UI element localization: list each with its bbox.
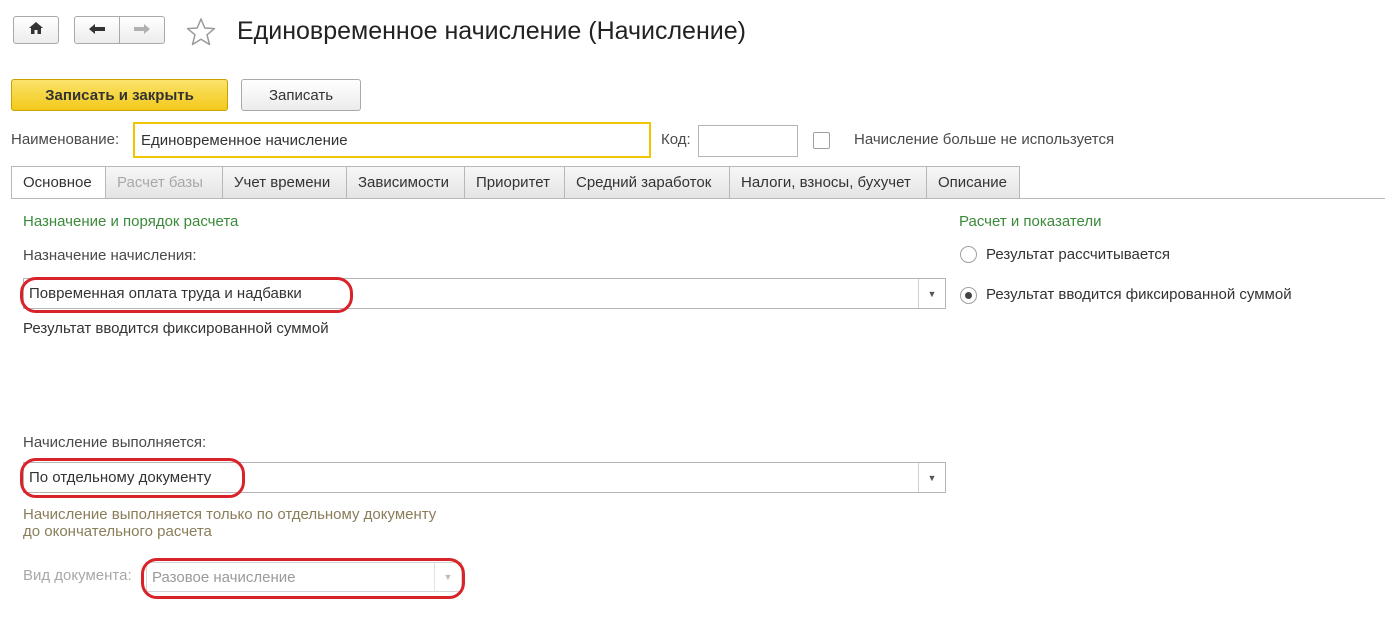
tab-dependencies[interactable]: Зависимости: [347, 166, 465, 199]
name-label: Наименование:: [11, 131, 120, 148]
doc-type-select[interactable]: Разовое начисление ▼: [146, 562, 462, 592]
chevron-down-icon[interactable]: ▼: [434, 563, 461, 591]
execution-note-line2: до окончательного расчета: [23, 523, 212, 540]
code-input[interactable]: [698, 125, 798, 157]
tab-base-calculation[interactable]: Расчет базы: [106, 166, 223, 199]
chevron-down-icon[interactable]: ▼: [918, 279, 945, 308]
home-icon: [28, 21, 44, 39]
section-title-calculation: Расчет и показатели: [959, 213, 1102, 230]
radio-fixed[interactable]: [960, 287, 977, 304]
purpose-note: Результат вводится фиксированной суммой: [23, 320, 329, 337]
doc-type-select-value: Разовое начисление: [152, 569, 296, 586]
execution-select-value: По отдельному документу: [29, 469, 212, 486]
doc-type-label: Вид документа:: [23, 567, 132, 584]
page-title: Единовременное начисление (Начисление): [237, 17, 746, 45]
execution-note-line1: Начисление выполняется только по отдельн…: [23, 506, 437, 523]
back-button[interactable]: [74, 16, 120, 44]
home-button[interactable]: [13, 16, 59, 44]
forward-button[interactable]: [119, 16, 165, 44]
chevron-down-icon[interactable]: ▼: [918, 463, 945, 492]
tab-taxes[interactable]: Налоги, взносы, бухучет: [730, 166, 927, 199]
tab-average-earnings[interactable]: Средний заработок: [565, 166, 730, 199]
tab-description[interactable]: Описание: [927, 166, 1020, 199]
purpose-select-value: Повременная оплата труда и надбавки: [29, 285, 302, 302]
save-and-close-button[interactable]: Записать и закрыть: [11, 79, 228, 111]
tab-priority[interactable]: Приоритет: [465, 166, 565, 199]
arrow-left-icon: [88, 22, 106, 39]
radio-calculated-label: Результат рассчитывается: [986, 246, 1171, 263]
execution-label: Начисление выполняется:: [23, 434, 207, 451]
tab-time-accounting[interactable]: Учет времени: [223, 166, 347, 199]
execution-select[interactable]: По отдельному документу ▼: [23, 462, 946, 493]
tab-bar: Основное Расчет базы Учет времени Зависи…: [11, 166, 1020, 199]
tab-divider: [11, 198, 1385, 199]
radio-selected-dot: [965, 292, 972, 299]
purpose-select[interactable]: Повременная оплата труда и надбавки ▼: [23, 278, 946, 309]
arrow-right-icon: [133, 22, 151, 39]
section-title-purpose: Назначение и порядок расчета: [23, 213, 239, 230]
purpose-label: Назначение начисления:: [23, 247, 197, 264]
code-label: Код:: [661, 131, 691, 148]
favorite-button[interactable]: [186, 17, 216, 47]
unused-label: Начисление больше не используется: [854, 131, 1115, 148]
save-button[interactable]: Записать: [241, 79, 361, 111]
star-icon: [186, 18, 216, 51]
name-input[interactable]: Единовременное начисление: [133, 122, 651, 158]
radio-calculated[interactable]: [960, 246, 977, 263]
tab-main[interactable]: Основное: [11, 166, 106, 199]
radio-fixed-label: Результат вводится фиксированной суммой: [986, 286, 1292, 303]
unused-checkbox[interactable]: [813, 132, 830, 149]
